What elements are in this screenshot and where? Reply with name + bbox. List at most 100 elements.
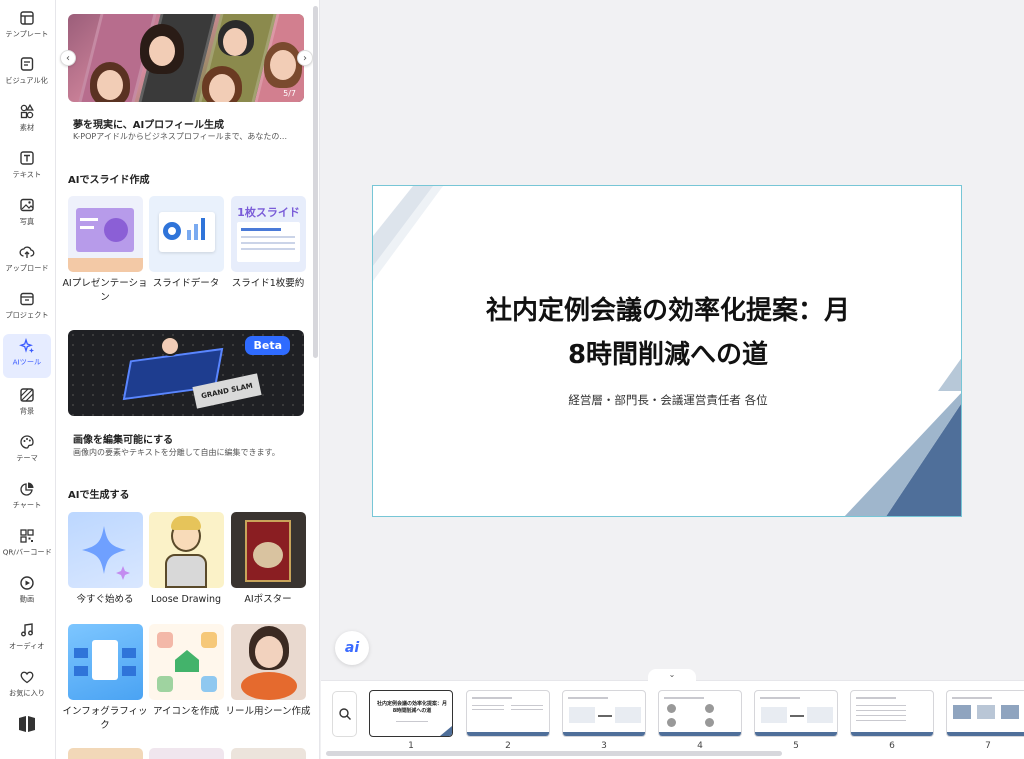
- slide-thumbnail-7[interactable]: [946, 690, 1024, 737]
- left-tool-rail: テンプレート ビジュアル化 素材 テキスト 写真 アップロード プロジェクト A…: [0, 0, 56, 759]
- thumbnail-line: [790, 715, 804, 717]
- create-icon-card[interactable]: [149, 624, 224, 700]
- rail-item-text[interactable]: テキスト: [3, 146, 51, 190]
- thumbnail-art: [667, 718, 676, 727]
- heart-icon: [20, 671, 34, 684]
- rail-item-background[interactable]: 背景: [3, 383, 51, 427]
- loose-drawing-card[interactable]: [149, 512, 224, 588]
- card-art: [104, 218, 128, 242]
- slide-title[interactable]: 社内定例会議の効率化提案：月 8時間削減への道: [413, 289, 923, 377]
- rail-item-audio[interactable]: オーディオ: [3, 618, 51, 662]
- rail-item-project[interactable]: プロジェクト: [3, 287, 51, 331]
- background-icon: [20, 388, 34, 402]
- rail-item-ai-tool[interactable]: AIツール: [3, 334, 51, 378]
- chevron-down-icon: ⌄: [668, 670, 676, 679]
- chevron-left-icon: ‹: [66, 52, 70, 64]
- one-slide-summary-card[interactable]: 1枚スライド: [231, 196, 306, 272]
- rail-item-chart[interactable]: チャート: [3, 477, 51, 521]
- card-art: [201, 676, 217, 692]
- card-art: [201, 218, 205, 240]
- banner-figure: [223, 28, 247, 56]
- ai-presentation-card[interactable]: [68, 196, 143, 272]
- thumbnail-line: [472, 709, 504, 710]
- slide-canvas[interactable]: 社内定例会議の効率化提案：月 8時間削減への道 経営層・部門長・会議運営責任者 …: [372, 185, 962, 517]
- slide-thumbnail-4[interactable]: [658, 690, 742, 737]
- slide-data-card[interactable]: [149, 196, 224, 272]
- card-art: [241, 228, 281, 231]
- thumbnail-art: [953, 705, 971, 719]
- more-card[interactable]: [68, 748, 143, 759]
- slide-number: 4: [697, 741, 703, 751]
- panel-scrollbar[interactable]: [313, 6, 318, 358]
- infographic-card[interactable]: [68, 624, 143, 700]
- carousel-prev-button[interactable]: ‹: [60, 50, 76, 66]
- card-label: インフォグラフィック: [62, 706, 148, 731]
- rail-label: QR/バーコード: [2, 548, 52, 557]
- editable-image-card[interactable]: GRAND SLAM Beta: [68, 330, 304, 416]
- ai-assistant-button[interactable]: ai: [335, 631, 369, 665]
- ai-poster-card[interactable]: [231, 512, 306, 588]
- more-card[interactable]: [149, 748, 224, 759]
- thumbnail-bar: [851, 732, 933, 736]
- slide-number: 7: [985, 741, 991, 751]
- rail-item-theme[interactable]: テーマ: [3, 430, 51, 474]
- thumbnail-line: [856, 720, 906, 721]
- slide-thumbnail-1[interactable]: 社内定例会議の効率化提案：月8時間削減への道: [369, 690, 453, 737]
- rail-label: 背景: [19, 407, 35, 416]
- rail-item-photo[interactable]: 写真: [3, 193, 51, 237]
- theme-icon: [20, 435, 34, 449]
- rail-item-favorites[interactable]: お気に入り: [3, 665, 51, 709]
- slide-thumbnail-6[interactable]: [850, 690, 934, 737]
- slide-thumbnail-5[interactable]: [754, 690, 838, 737]
- audio-icon: [21, 623, 33, 637]
- banner-figure: [149, 36, 175, 66]
- card-art: [201, 632, 217, 648]
- slide-thumbnail-3[interactable]: [562, 690, 646, 737]
- rail-label: お気に入り: [9, 689, 45, 698]
- slide-number: 1: [408, 741, 414, 751]
- slide-subtitle[interactable]: 経営層・部門長・会議運営責任者 各位: [413, 392, 923, 408]
- chart-icon: [20, 482, 34, 496]
- filmstrip-collapse-button[interactable]: ⌄: [648, 669, 696, 681]
- thumbnail-art: [807, 707, 833, 723]
- card-art: [74, 648, 88, 658]
- zoom-search-button[interactable]: [332, 691, 357, 737]
- rail-item-qr[interactable]: QR/バーコード: [2, 524, 52, 568]
- card-art: [80, 226, 94, 229]
- beta-badge: Beta: [245, 336, 290, 355]
- rail-item-visualize[interactable]: ビジュアル化: [3, 52, 51, 96]
- rail-item-elements[interactable]: 素材: [3, 99, 51, 143]
- card-art: [241, 248, 295, 250]
- card-art: [187, 230, 191, 240]
- rail-item-template[interactable]: テンプレート: [3, 6, 51, 50]
- reel-scene-card[interactable]: [231, 624, 306, 700]
- slide-thumbnail-2[interactable]: [466, 690, 550, 737]
- more-card[interactable]: [231, 748, 306, 759]
- rail-label: 素材: [19, 123, 35, 132]
- thumbnail-art: [761, 707, 787, 723]
- filmstrip-scrollbar[interactable]: [326, 751, 782, 756]
- thumbnail-line: [511, 709, 543, 710]
- rail-label: チャート: [12, 501, 42, 510]
- card-art: [175, 650, 199, 672]
- banner-figure: [270, 50, 296, 80]
- card-label: リール用シーン作成: [225, 706, 311, 717]
- rail-label: 動画: [19, 595, 35, 604]
- video-icon: [20, 576, 34, 590]
- start-now-card[interactable]: [68, 512, 143, 588]
- rail-item-video[interactable]: 動画: [3, 571, 51, 615]
- slide-number: 6: [889, 741, 895, 751]
- rail-item-upload[interactable]: アップロード: [3, 240, 51, 284]
- rail-label: テーマ: [16, 454, 38, 463]
- card-art: [171, 516, 201, 530]
- thumbnail-text: 社内定例会議の効率化提案：月8時間削減への道: [376, 701, 447, 714]
- profile-banner-image[interactable]: 5/7: [68, 14, 304, 102]
- card-art: [194, 224, 198, 240]
- ai-tools-panel: 5/7 ‹ › 夢を現実に、AIプロフィール生成 K-POPアイドルからビジネス…: [56, 0, 320, 759]
- rail-label: AIツール: [12, 358, 42, 367]
- card-art: [157, 676, 173, 692]
- rail-label: オーディオ: [9, 642, 45, 651]
- card-art: [80, 218, 98, 221]
- card-art: [241, 672, 297, 700]
- carousel-next-button[interactable]: ›: [297, 50, 313, 66]
